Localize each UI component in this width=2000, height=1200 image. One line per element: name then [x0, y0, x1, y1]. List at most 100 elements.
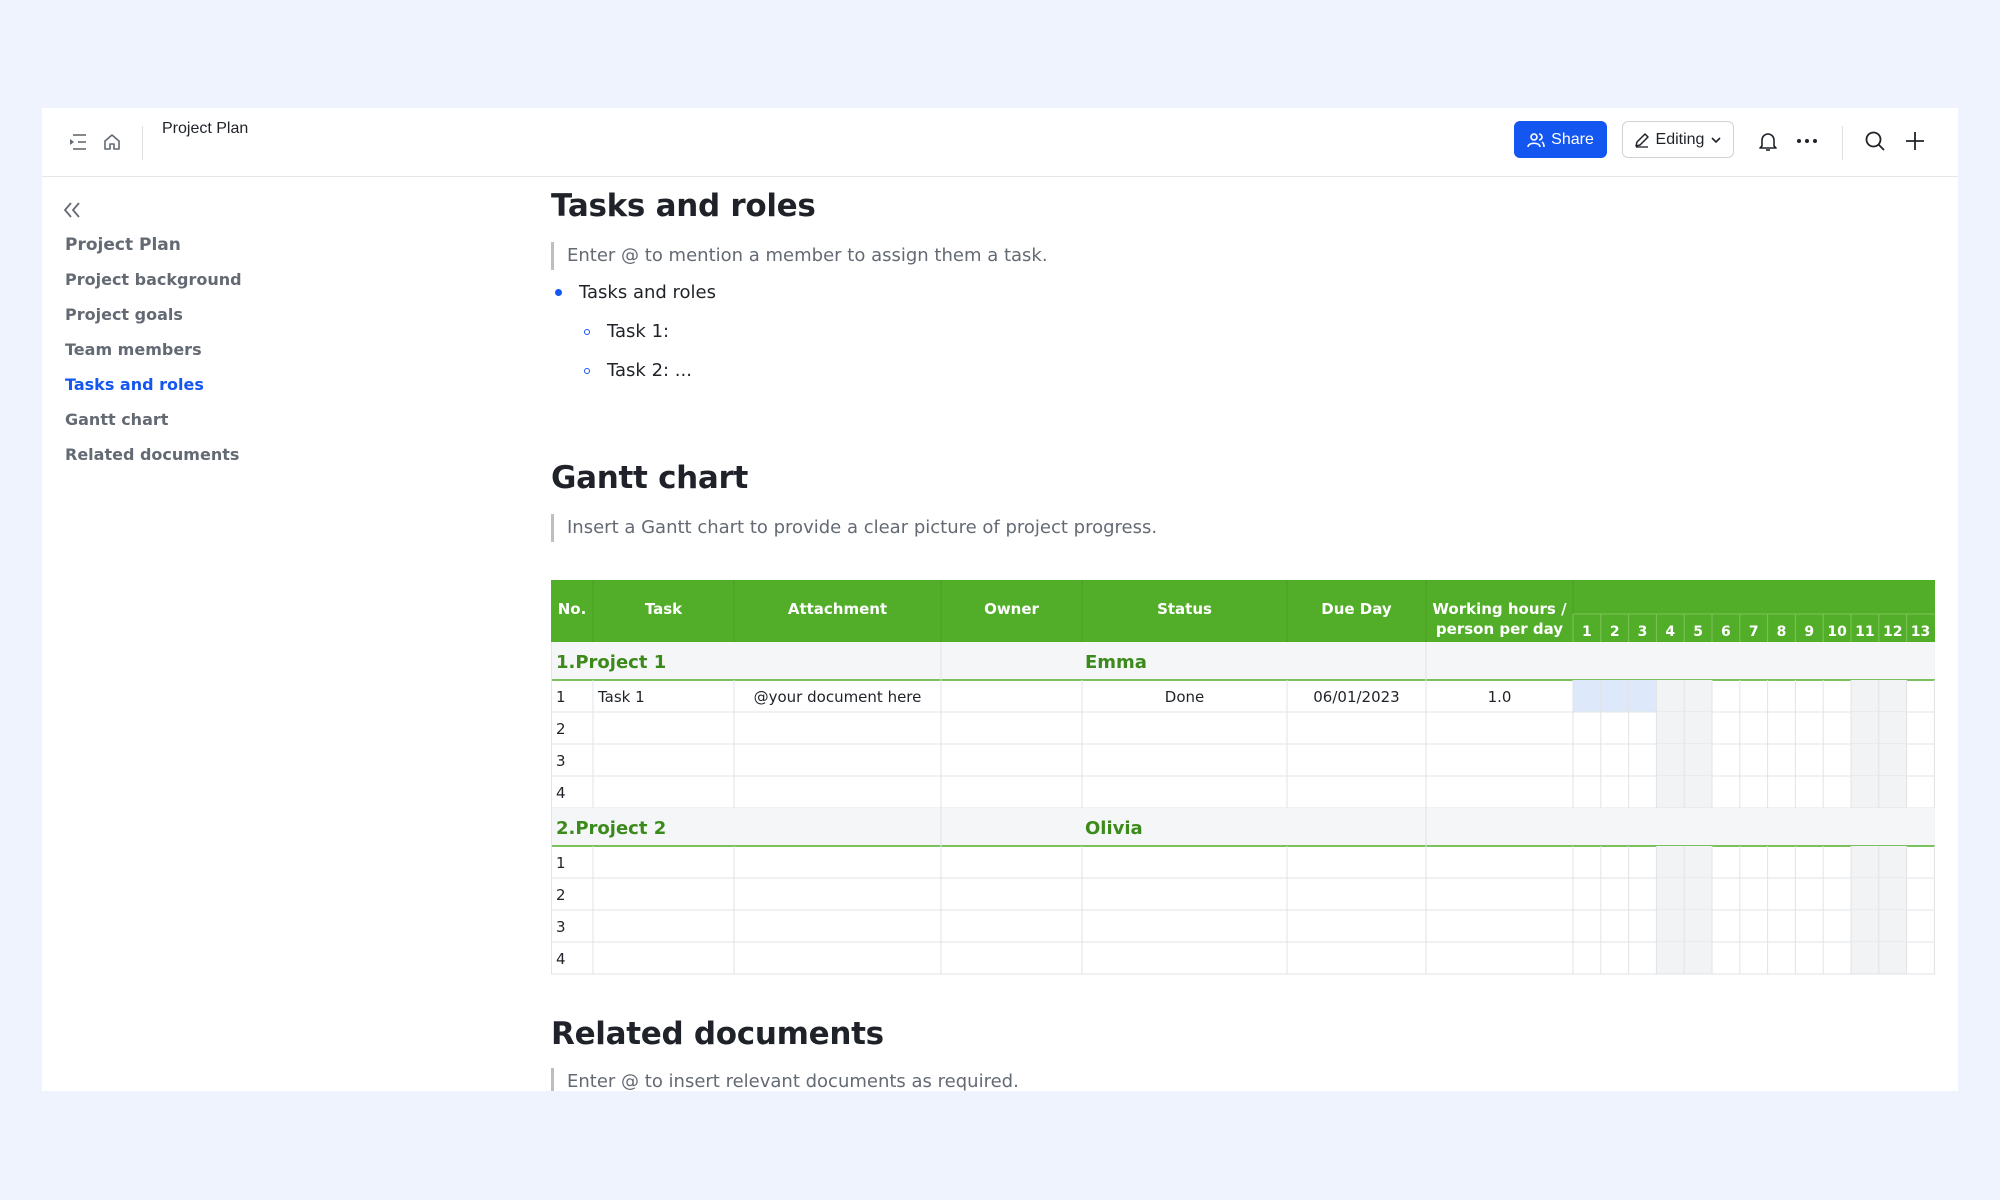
weekend-cell: [1851, 910, 1879, 942]
day-header-label: 8: [1777, 624, 1787, 640]
editing-mode-dropdown[interactable]: Editing: [1622, 121, 1734, 158]
gantt-hint-quote[interactable]: Insert a Gantt chart to provide a clear …: [551, 514, 1157, 542]
home-icon[interactable]: [100, 130, 124, 154]
day-header-label: 12: [1883, 624, 1902, 640]
weekend-cell: [1851, 712, 1879, 744]
weekend-cell: [1684, 680, 1712, 712]
day-cell-highlight: [1573, 680, 1601, 712]
weekend-cell: [1656, 776, 1685, 808]
bullet-dot: [555, 289, 562, 296]
gantt-table[interactable]: No. Task Attachment Owner Status Due Day Worki…: [551, 580, 1935, 986]
weekend-cell: [1878, 846, 1907, 878]
due-day-cell: 06/01/2023: [1313, 688, 1399, 706]
divider: [142, 126, 143, 160]
weekend-cell: [1684, 942, 1712, 974]
header-working-hours-line1: Working hours /: [1432, 600, 1567, 618]
weekend-cell: [1878, 910, 1907, 942]
status-cell: Done: [1165, 688, 1204, 706]
weekend-cell: [1851, 846, 1879, 878]
share-label: Share: [1551, 130, 1594, 148]
day-header-label: 1: [1582, 624, 1592, 640]
toc-item-related-documents[interactable]: Related documents: [65, 444, 242, 479]
top-bar: Project Plan Share Editing: [42, 108, 1958, 177]
weekend-cell: [1851, 942, 1879, 974]
toc-item-gantt-chart[interactable]: Gantt chart: [65, 409, 242, 444]
weekend-cell: [1684, 878, 1712, 910]
day-header-label: 9: [1804, 624, 1814, 640]
bullet-text: Tasks and roles: [579, 282, 717, 303]
group-owner: Emma: [1085, 652, 1147, 673]
search-icon[interactable]: [1862, 128, 1888, 154]
day-header-label: 7: [1749, 624, 1759, 640]
group-title: 1.Project 1: [556, 652, 666, 673]
group-row[interactable]: [551, 808, 1935, 846]
heading-related-documents: Related documents: [551, 1016, 884, 1052]
heading-gantt-chart: Gantt chart: [551, 460, 749, 496]
weekend-cell: [1851, 776, 1879, 808]
row-number: 2: [556, 720, 566, 738]
weekend-cell: [1656, 878, 1685, 910]
outline-toggle-icon[interactable]: [66, 130, 90, 154]
sub-bullet-ring: [584, 328, 590, 335]
day-header-label: 11: [1855, 624, 1874, 640]
weekend-cell: [1878, 712, 1907, 744]
document-window: Project Plan Share Editing Project Plan …: [42, 108, 1958, 1091]
attachment-cell: @your document here: [754, 688, 922, 706]
sub-bullet-text: Task 1:: [607, 321, 670, 342]
day-header-label: 10: [1827, 624, 1847, 640]
toc-item-project-plan[interactable]: Project Plan: [65, 234, 242, 269]
day-header-label: 3: [1638, 624, 1648, 640]
row-number: 4: [556, 784, 566, 802]
header-due-day: Due Day: [1321, 600, 1392, 618]
weekend-cell: [1878, 942, 1907, 974]
header-status: Status: [1157, 600, 1212, 618]
related-hint-quote[interactable]: Enter @ to insert relevant documents as …: [551, 1068, 1019, 1091]
toc-item-project-goals[interactable]: Project goals: [65, 304, 242, 339]
weekend-cell: [1656, 910, 1685, 942]
gantt-table-grid: No. Task Attachment Owner Status Due Day Worki…: [551, 580, 1935, 975]
sub-bullet-item[interactable]: Task 2: ...: [584, 360, 692, 381]
more-icon[interactable]: [1794, 128, 1820, 154]
weekend-cell: [1878, 680, 1907, 712]
weekend-cell: [1684, 744, 1712, 776]
weekend-cell: [1851, 680, 1879, 712]
add-icon[interactable]: [1902, 128, 1928, 154]
working-hours-cell: 1.0: [1488, 688, 1512, 706]
pencil-icon: [1634, 132, 1649, 148]
weekend-cell: [1684, 846, 1712, 878]
share-button[interactable]: Share: [1514, 121, 1607, 158]
weekend-cell: [1656, 942, 1685, 974]
day-header-label: 13: [1911, 624, 1930, 640]
collapse-sidebar-icon[interactable]: [62, 200, 84, 224]
weekend-cell: [1851, 744, 1879, 776]
header-working-hours-line2: person per day: [1436, 620, 1563, 638]
group-owner: Olivia: [1085, 818, 1143, 839]
weekend-cell: [1684, 712, 1712, 744]
row-number: 2: [556, 886, 566, 904]
weekend-cell: [1851, 878, 1879, 910]
weekend-cell: [1656, 680, 1685, 712]
group-title: 2.Project 2: [556, 818, 666, 839]
header-no: No.: [558, 600, 587, 618]
sub-bullet-ring: [584, 367, 590, 374]
toc-item-project-background[interactable]: Project background: [65, 269, 242, 304]
day-header-label: 5: [1693, 624, 1703, 640]
day-header-label: 4: [1665, 624, 1675, 640]
weekend-cell: [1656, 846, 1685, 878]
bell-icon[interactable]: [1755, 128, 1781, 154]
document-title[interactable]: Project Plan: [162, 120, 248, 138]
day-cell-highlight: [1600, 680, 1629, 712]
sub-bullet-item[interactable]: Task 1:: [584, 321, 669, 342]
toc-item-tasks-and-roles[interactable]: Tasks and roles: [65, 374, 242, 409]
weekend-cell: [1878, 776, 1907, 808]
group-row[interactable]: [551, 642, 1935, 680]
weekend-cell: [1878, 878, 1907, 910]
table-of-contents: Project Plan Project background Project …: [65, 234, 242, 479]
users-icon: [1527, 132, 1545, 147]
day-header-label: 2: [1610, 624, 1620, 640]
toc-item-team-members[interactable]: Team members: [65, 339, 242, 374]
bullet-item[interactable]: Tasks and roles: [555, 282, 716, 303]
tasks-hint-quote[interactable]: Enter @ to mention a member to assign th…: [551, 242, 1048, 270]
weekend-cell: [1684, 776, 1712, 808]
weekend-cell: [1656, 744, 1685, 776]
